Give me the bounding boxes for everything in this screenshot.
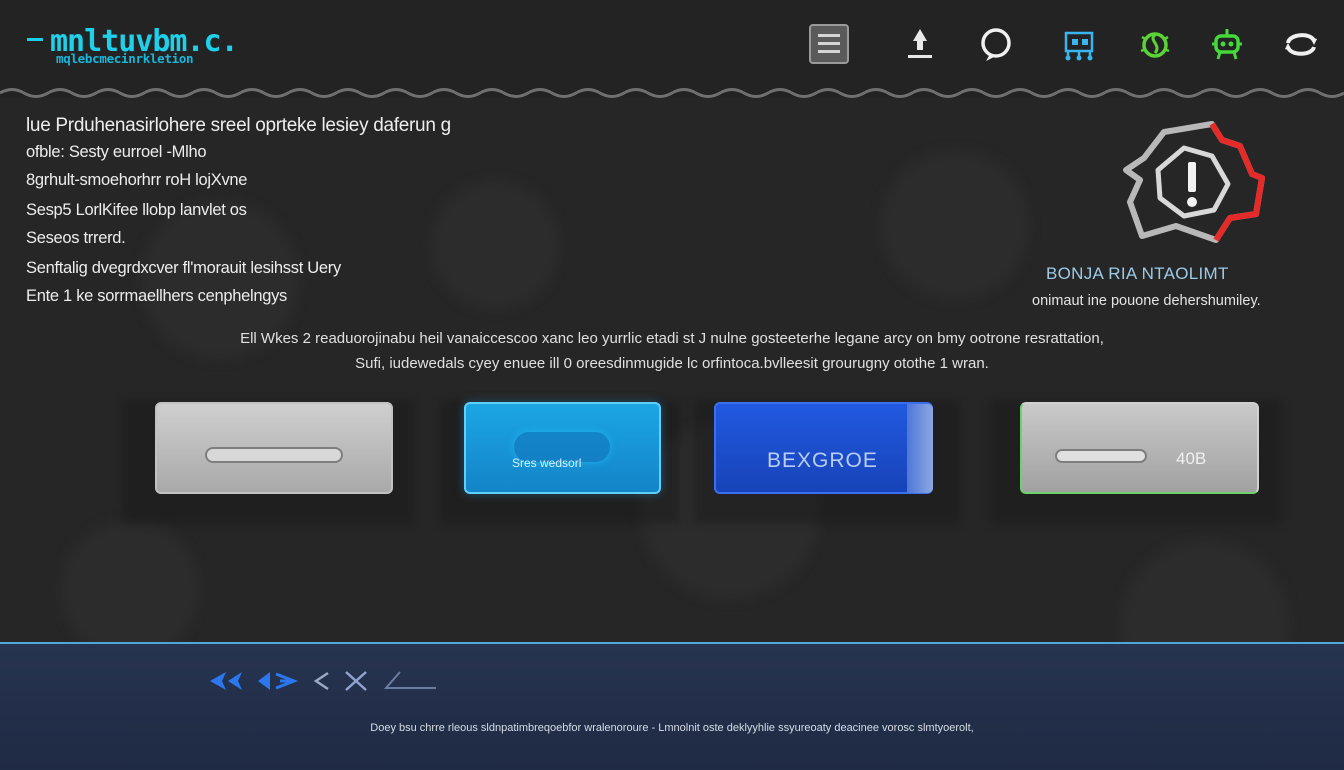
intro-line: 8grhult-smoehorhrr roH lojXvne [26,171,248,189]
logo-dash [27,38,43,41]
intro-line: Seseos trrerd. [26,229,126,247]
intro-line: Senftalig dvegrdxcver fl'morauit lesihss… [26,259,341,277]
close-icon [345,671,367,691]
green-robot-icon [1212,29,1242,60]
intro-text: lue Prduhenasirlohere sreel oprteke lesi… [26,115,451,306]
prev-button[interactable] [310,668,334,694]
wavy-divider [0,88,1344,98]
input-tile[interactable] [155,402,393,494]
chat-button[interactable] [975,23,1017,65]
warning-title: BONJA RIA NTAOLIMT [1046,264,1229,283]
tile-edge [907,404,933,493]
bug-button[interactable] [1134,23,1176,65]
description-line: Ell Wkes 2 readuorojinabu heil vanaicces… [240,330,1104,347]
robot-button[interactable] [1206,23,1248,65]
footer-note: Doey bsu chrre rleous sldnpatimbreqoebfo… [370,722,974,734]
intro-line: Sesp5 LorlKifee llobp lanvlet os [26,201,247,219]
description-line: Sufi, iudewedals cyey enuee ill 0 oreesd… [355,355,989,372]
line-icon [384,671,436,689]
tile-label: BEXGROE [767,449,878,472]
logo-subtitle: mqlebcmecinrkletion [56,51,194,66]
back-icon [258,672,299,690]
input-slot[interactable] [205,447,343,463]
rewind-icon [210,672,242,690]
intro-line: lue Prduhenasirlohere sreel oprteke lesi… [26,115,451,136]
menu-button[interactable] [808,23,850,65]
background-blob [880,150,1030,300]
rewind-button[interactable] [208,668,248,694]
search-tile-button[interactable]: Sres wedsorl [464,402,661,494]
intro-line: Ente 1 ke sorrmaellhers cenphelngys [26,287,287,305]
line-button[interactable] [384,668,440,694]
tile-label: Sres wedsorl [512,456,582,470]
network-icon [1064,31,1094,61]
size-tile[interactable]: 40B [1020,402,1259,494]
bexgroe-button[interactable]: BEXGROE [714,402,933,494]
back-button[interactable] [254,668,300,694]
tile-label: 40B [1176,449,1207,468]
green-bug-icon [1140,32,1170,58]
footer-panel [0,642,1344,770]
refresh-icon [1285,33,1317,56]
warning-shield-icon [1123,121,1265,243]
background-blob [60,520,200,660]
network-button[interactable] [1058,23,1100,65]
close-button[interactable] [342,668,370,694]
upload-button[interactable] [899,23,941,65]
refresh-button[interactable] [1280,23,1322,65]
size-slot[interactable] [1055,449,1147,463]
intro-line: ofble: Sesty eurroel -Mlho [26,143,207,161]
warning-description: onimaut ine pouone dehershumiley. [1032,293,1261,309]
chevron-left-icon [313,671,329,691]
upload-icon [908,29,932,58]
chat-icon [981,28,1011,61]
menu-icon [809,24,849,64]
